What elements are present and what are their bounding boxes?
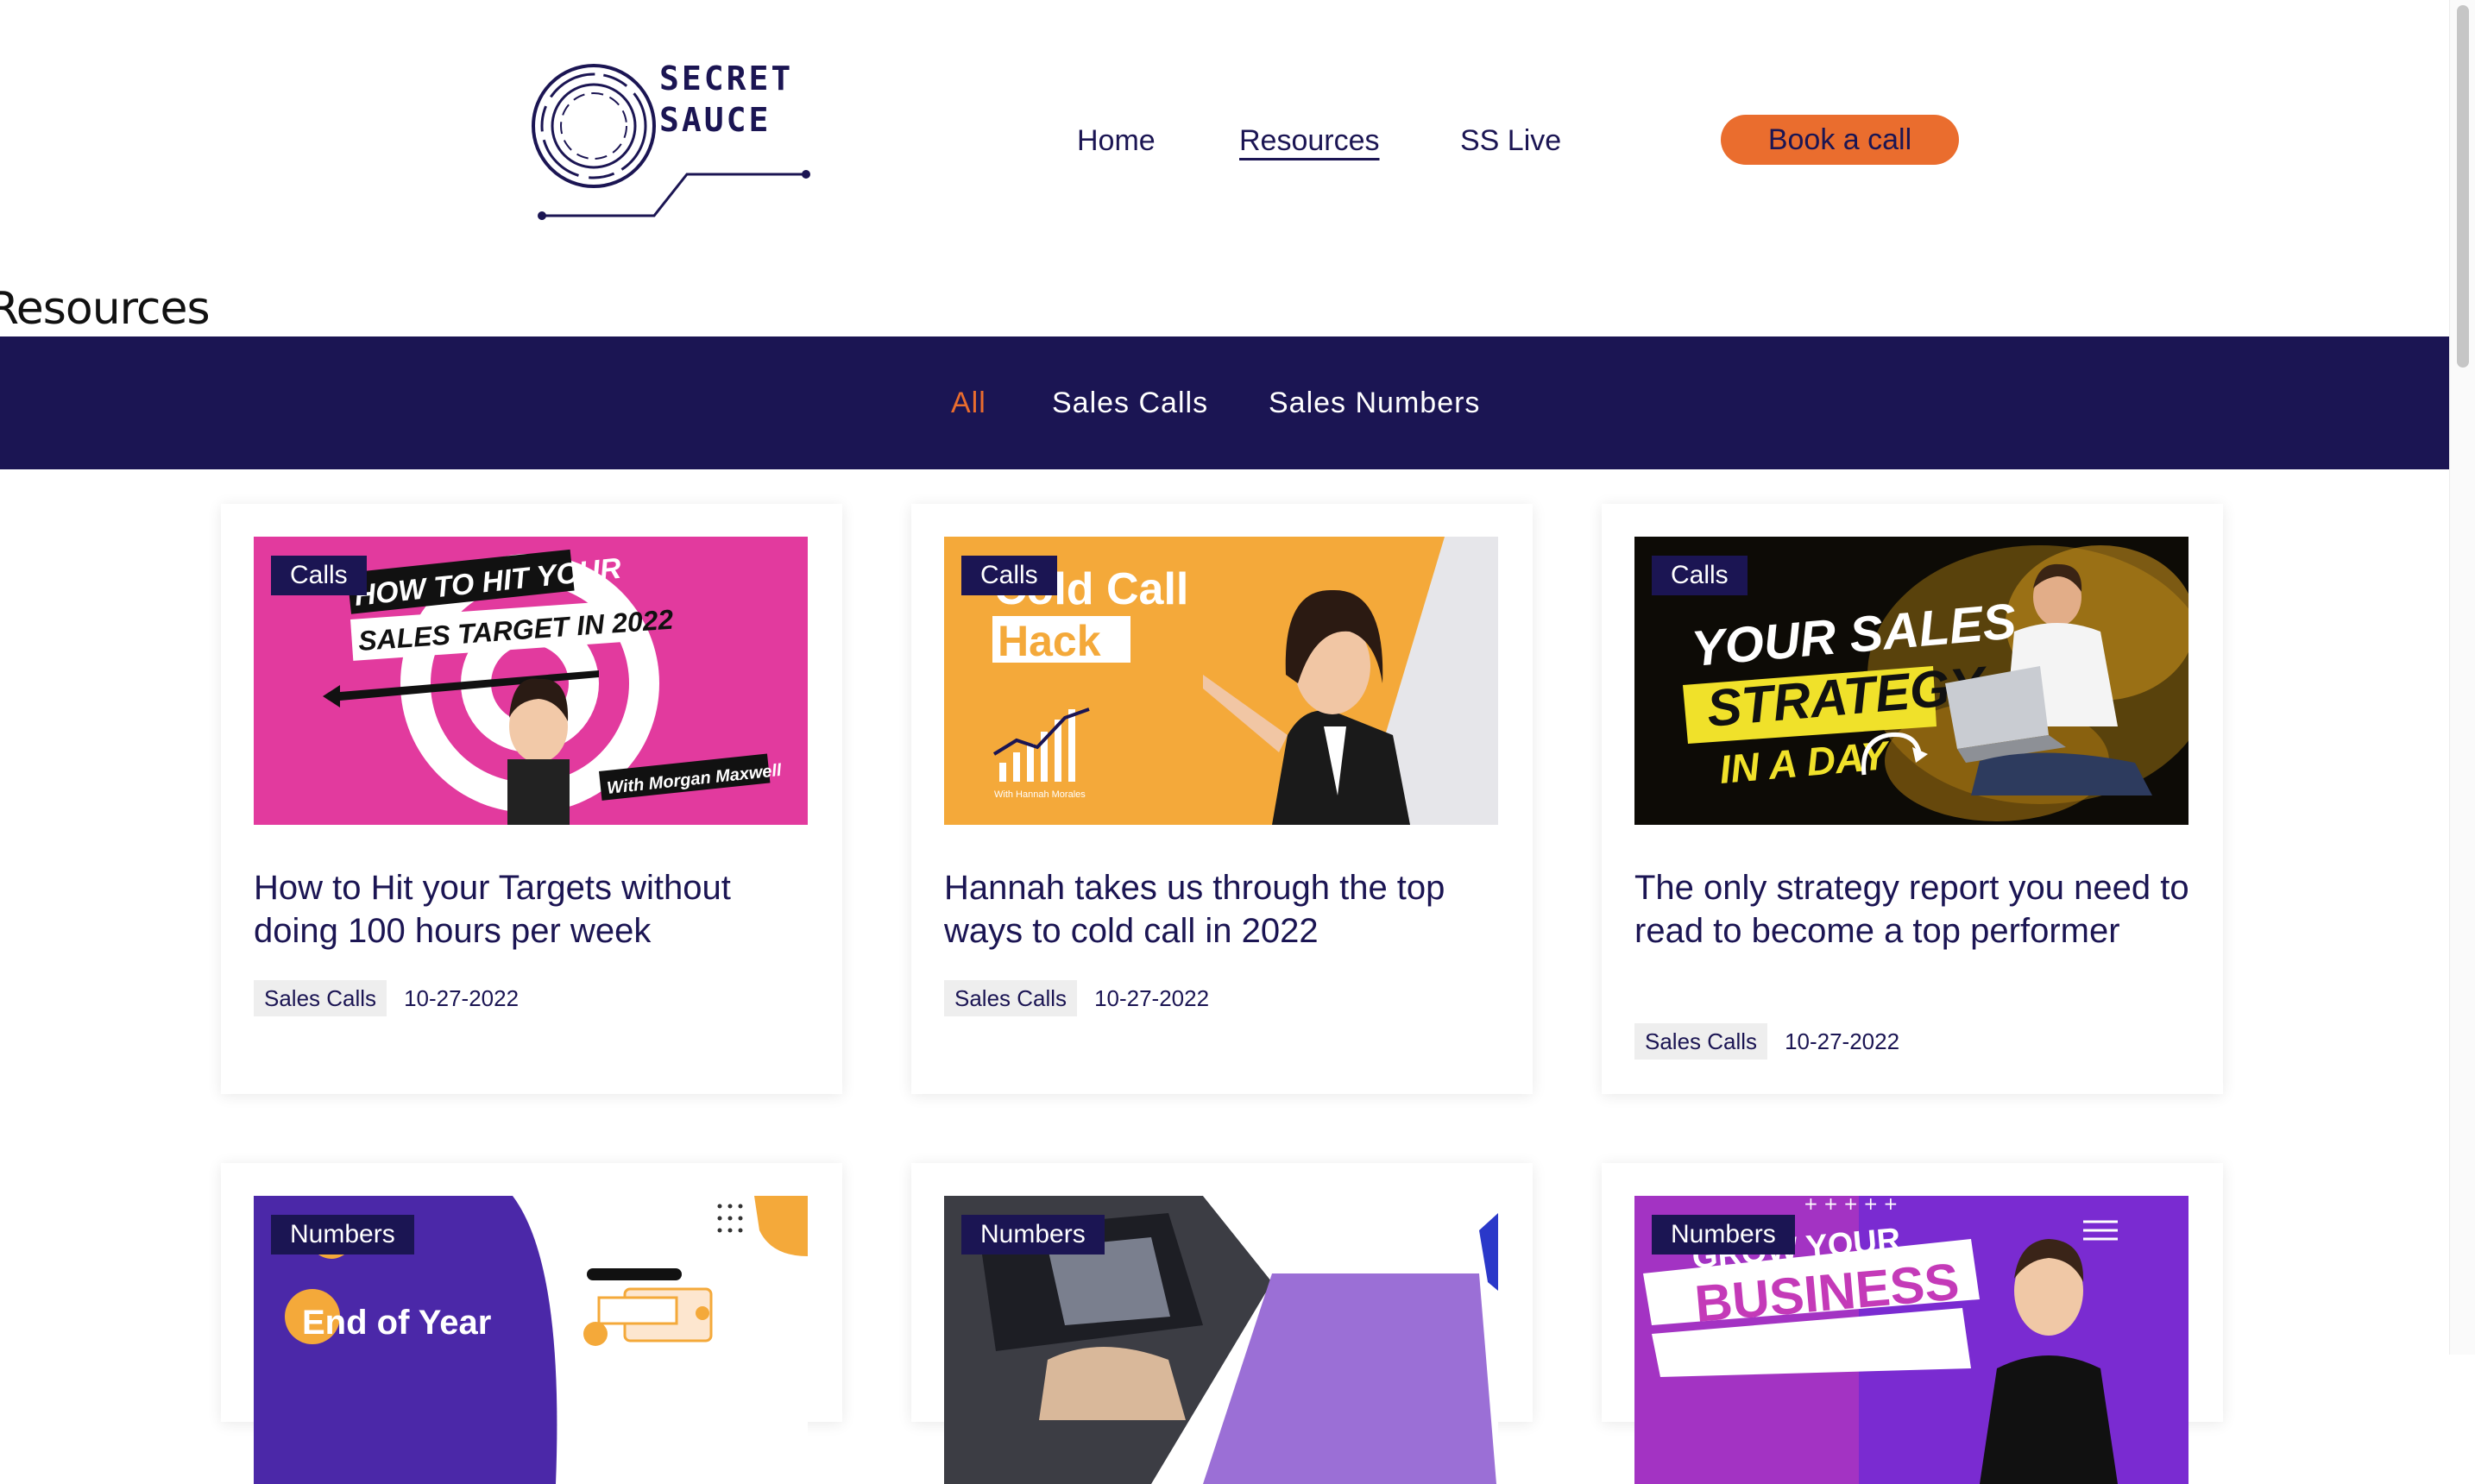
logo-mark-icon: SECRET SAUCE bbox=[532, 60, 810, 220]
page-scrollbar[interactable] bbox=[2449, 0, 2475, 1355]
resource-card[interactable]: Numbers bbox=[911, 1163, 1533, 1484]
card-type-badge: Calls bbox=[961, 556, 1057, 595]
card-title-link[interactable]: Hannah takes us through the top ways to … bbox=[944, 866, 1505, 953]
card-type-badge: Calls bbox=[1652, 556, 1748, 595]
svg-text:SAUCE: SAUCE bbox=[659, 101, 771, 139]
scrollbar-thumb[interactable] bbox=[2457, 5, 2469, 368]
card-date: 10-27-2022 bbox=[1785, 1028, 1900, 1054]
filter-sales-calls[interactable]: Sales Calls bbox=[1052, 380, 1208, 426]
resource-card[interactable]: End of Year Numbers bbox=[221, 1163, 842, 1484]
svg-text:End of Year: End of Year bbox=[302, 1304, 491, 1342]
resource-card[interactable]: HOW TO HIT YOUR SALES TARGET IN 2022 Wit… bbox=[221, 504, 842, 1094]
card-date: 10-27-2022 bbox=[404, 984, 520, 1011]
card-category-tag[interactable]: Sales Calls bbox=[944, 980, 1078, 1016]
resource-card[interactable]: + + + + + GROW YOUR BUSINESS Numbers bbox=[1602, 1163, 2223, 1484]
card-type-badge: Numbers bbox=[271, 1215, 414, 1254]
svg-text:Hack: Hack bbox=[998, 617, 1101, 665]
filter-sales-numbers[interactable]: Sales Numbers bbox=[1269, 380, 1480, 426]
card-type-badge: Numbers bbox=[961, 1215, 1105, 1254]
card-category-tag[interactable]: Sales Calls bbox=[1634, 1023, 1768, 1060]
category-filter-bar: All Sales Calls Sales Numbers bbox=[0, 336, 2449, 469]
card-type-badge: Numbers bbox=[1652, 1215, 1795, 1254]
svg-text:+ + + + +: + + + + + bbox=[1804, 1196, 1898, 1214]
svg-text:With Hannah Morales: With Hannah Morales bbox=[994, 789, 1086, 800]
resource-card[interactable]: Cold Call Hack With Hannah Morales Calls… bbox=[911, 504, 1533, 1094]
card-type-badge: Calls bbox=[271, 556, 367, 595]
card-meta: Sales Calls 10-27-2022 bbox=[1634, 1023, 1899, 1060]
nav-home[interactable]: Home bbox=[1077, 119, 1156, 162]
svg-text:SECRET: SECRET bbox=[659, 60, 793, 97]
filter-all[interactable]: All bbox=[951, 380, 986, 426]
card-meta: Sales Calls 10-27-2022 bbox=[944, 980, 1209, 1016]
page-title: Resources bbox=[0, 283, 211, 335]
nav-ss-live[interactable]: SS Live bbox=[1460, 119, 1561, 162]
secret-sauce-logo[interactable]: SECRET SAUCE bbox=[528, 57, 813, 230]
card-meta: Sales Calls 10-27-2022 bbox=[254, 980, 519, 1016]
nav-resources[interactable]: Resources bbox=[1239, 119, 1380, 162]
card-date: 10-27-2022 bbox=[1094, 984, 1210, 1011]
resource-card[interactable]: YOUR SALES STRATEGY IN A DAY Calls The o… bbox=[1602, 504, 2223, 1094]
card-title-link[interactable]: The only strategy report you need to rea… bbox=[1634, 866, 2195, 953]
card-title-link[interactable]: How to Hit your Targets without doing 10… bbox=[254, 866, 815, 953]
book-a-call-button[interactable]: Book a call bbox=[1721, 115, 1959, 165]
card-category-tag[interactable]: Sales Calls bbox=[254, 980, 387, 1016]
